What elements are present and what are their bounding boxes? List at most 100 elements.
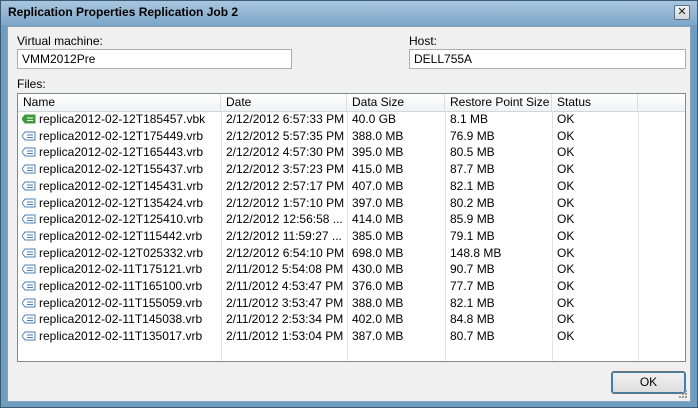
table-row[interactable]: replica2012-02-11T145038.vrb 2/11/2012 2:… (18, 311, 685, 328)
cell-data-size: 395.0 MB (347, 144, 445, 161)
cell-name-text: replica2012-02-12T175449.vrb (39, 128, 204, 143)
cell-status: OK (552, 195, 638, 212)
virtual-machine-label: Virtual machine: (17, 34, 103, 48)
cell-restore-point-size: 80.7 MB (445, 328, 552, 345)
cell-restore-point-size-text: 80.7 MB (450, 329, 495, 344)
cell-status-text: OK (557, 162, 575, 177)
cell-name-text: replica2012-02-12T135424.vrb (39, 195, 204, 210)
table-row[interactable]: replica2012-02-12T025332.vrb 2/12/2012 6:… (18, 245, 685, 262)
table-row[interactable]: replica2012-02-11T155059.vrb 2/11/2012 3:… (18, 295, 685, 312)
cell-data-size-text: 430.0 MB (352, 262, 404, 277)
table-row[interactable]: replica2012-02-12T125410.vrb 2/12/2012 12… (18, 211, 685, 228)
cell-date: 2/12/2012 2:57:17 PM (221, 178, 347, 195)
cell-restore-point-size: 76.9 MB (445, 128, 552, 145)
cell-date-text: 2/12/2012 12:56:58 ... (226, 212, 343, 227)
cell-restore-point-size-text: 79.1 MB (450, 228, 495, 243)
table-row[interactable]: replica2012-02-11T175121.vrb 2/11/2012 5:… (18, 261, 685, 278)
cell-restore-point-size: 84.8 MB (445, 311, 552, 328)
close-icon: ✕ (677, 6, 687, 18)
table-row[interactable]: replica2012-02-12T175449.vrb 2/12/2012 5:… (18, 128, 685, 145)
table-row[interactable]: replica2012-02-12T135424.vrb 2/12/2012 1:… (18, 195, 685, 212)
cell-name: replica2012-02-11T145038.vrb (18, 311, 221, 328)
cell-name: replica2012-02-11T155059.vrb (18, 295, 221, 312)
ok-button[interactable]: OK (611, 371, 686, 394)
cell-date: 2/12/2012 3:57:23 PM (221, 161, 347, 178)
cell-date: 2/11/2012 2:53:34 PM (221, 311, 347, 328)
rollback-file-icon (22, 331, 36, 341)
cell-date: 2/12/2012 4:57:30 PM (221, 144, 347, 161)
cell-name-text: replica2012-02-12T165443.vrb (39, 145, 204, 160)
cell-date: 2/12/2012 11:59:27 ... (221, 228, 347, 245)
cell-date-text: 2/12/2012 6:57:33 PM (226, 112, 345, 126)
cell-restore-point-size-text: 82.1 MB (450, 295, 495, 310)
column-header-date[interactable]: Date (221, 94, 347, 111)
cell-date-text: 2/11/2012 4:53:47 PM (226, 279, 344, 293)
rollback-file-icon (22, 131, 36, 141)
cell-restore-point-size: 8.1 MB (445, 111, 552, 128)
title-bar[interactable]: Replication Properties Replication Job 2… (1, 1, 697, 25)
files-label: Files: (17, 77, 46, 91)
cell-data-size-text: 415.0 MB (352, 162, 404, 177)
cell-data-size-text: 407.0 MB (352, 178, 404, 193)
window-title: Replication Properties Replication Job 2 (8, 5, 239, 19)
cell-date-text: 2/11/2012 5:54:08 PM (226, 262, 344, 277)
column-header-status[interactable]: Status (552, 94, 638, 111)
resize-grip-icon[interactable] (678, 389, 688, 399)
cell-date-text: 2/12/2012 4:57:30 PM (226, 145, 345, 160)
cell-name: replica2012-02-12T025332.vrb (18, 245, 221, 262)
cell-name-text: replica2012-02-12T145431.vrb (39, 178, 204, 193)
cell-data-size: 376.0 MB (347, 278, 445, 295)
cell-date-text: 2/12/2012 3:57:23 PM (226, 162, 345, 177)
virtual-machine-field[interactable]: VMM2012Pre (17, 49, 292, 69)
cell-data-size-text: 388.0 MB (352, 295, 404, 310)
table-row[interactable]: replica2012-02-11T165100.vrb 2/11/2012 4:… (18, 278, 685, 295)
cell-restore-point-size-text: 82.1 MB (450, 178, 495, 193)
cell-restore-point-size: 80.2 MB (445, 195, 552, 212)
cell-name-text: replica2012-02-11T145038.vrb (39, 312, 203, 327)
table-row[interactable]: replica2012-02-12T115442.vrb 2/12/2012 11… (18, 228, 685, 245)
cell-date-text: 2/12/2012 5:57:35 PM (226, 128, 345, 143)
cell-date: 2/12/2012 1:57:10 PM (221, 195, 347, 212)
table-row[interactable]: replica2012-02-11T135017.vrb 2/11/2012 1:… (18, 328, 685, 345)
rollback-file-icon (22, 164, 36, 174)
cell-date: 2/11/2012 3:53:47 PM (221, 295, 347, 312)
column-header-restore-point-size[interactable]: Restore Point Size (445, 94, 552, 111)
cell-status: OK (552, 111, 638, 128)
cell-date: 2/11/2012 1:53:04 PM (221, 328, 347, 345)
column-header-name[interactable]: Name (18, 94, 221, 111)
cell-restore-point-size-text: 87.7 MB (450, 162, 495, 177)
cell-data-size: 414.0 MB (347, 211, 445, 228)
cell-status-text: OK (557, 112, 575, 126)
dialog-body: Virtual machine: VMM2012Pre Host: DELL75… (7, 26, 691, 402)
table-row[interactable]: replica2012-02-12T145431.vrb 2/12/2012 2:… (18, 178, 685, 195)
cell-data-size-text: 414.0 MB (352, 212, 404, 227)
cell-data-size: 385.0 MB (347, 228, 445, 245)
files-list[interactable]: Name Date Data Size Restore Point Size S… (17, 93, 686, 362)
cell-status-text: OK (557, 279, 575, 293)
cell-restore-point-size: 82.1 MB (445, 295, 552, 312)
cell-restore-point-size: 80.5 MB (445, 144, 552, 161)
host-field[interactable]: DELL755A (409, 49, 686, 69)
table-row[interactable]: replica2012-02-12T165443.vrb 2/12/2012 4:… (18, 144, 685, 161)
cell-restore-point-size: 148.8 MB (445, 245, 552, 262)
close-button[interactable]: ✕ (674, 5, 690, 20)
cell-date: 2/12/2012 6:54:10 PM (221, 245, 347, 262)
cell-restore-point-size: 90.7 MB (445, 261, 552, 278)
rollback-file-icon (22, 198, 36, 207)
cell-date: 2/12/2012 5:57:35 PM (221, 128, 347, 145)
table-row[interactable]: replica2012-02-12T185457.vbk 2/12/2012 6:… (18, 111, 685, 128)
rollback-file-icon (22, 264, 36, 274)
table-row[interactable]: replica2012-02-12T155437.vrb 2/12/2012 3:… (18, 161, 685, 178)
cell-data-size-text: 376.0 MB (352, 279, 404, 293)
cell-date: 2/11/2012 5:54:08 PM (221, 261, 347, 278)
cell-data-size-text: 698.0 MB (352, 245, 404, 260)
cell-name-text: replica2012-02-11T135017.vrb (39, 329, 203, 344)
column-header-data-size[interactable]: Data Size (347, 94, 445, 111)
cell-name-text: replica2012-02-12T115442.vrb (39, 228, 203, 243)
files-list-header: Name Date Data Size Restore Point Size S… (18, 94, 685, 112)
cell-data-size-text: 397.0 MB (352, 195, 404, 210)
cell-status-text: OK (557, 195, 575, 210)
full-backup-icon (22, 114, 36, 124)
cell-restore-point-size-text: 80.5 MB (450, 145, 495, 160)
cell-name: replica2012-02-12T175449.vrb (18, 128, 221, 145)
